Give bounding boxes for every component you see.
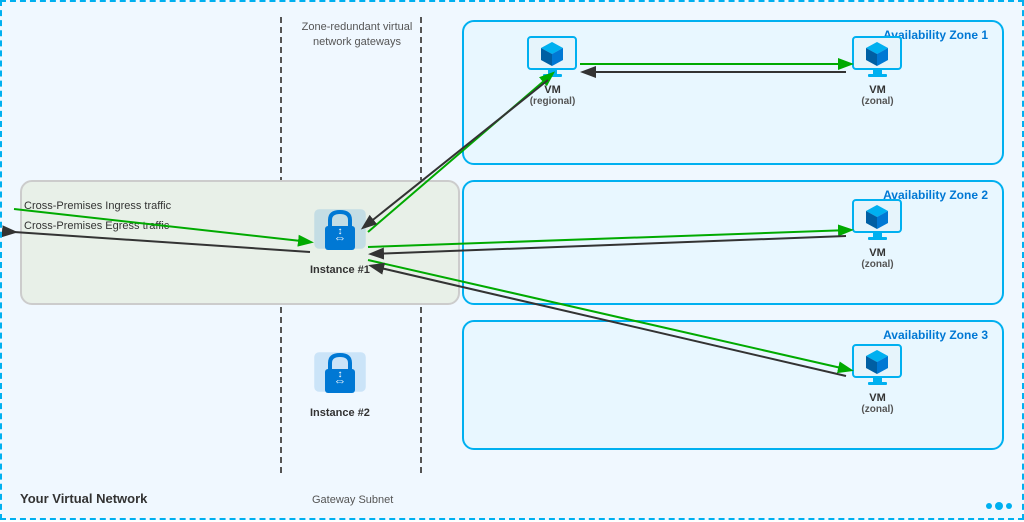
- dot-1: [986, 503, 992, 509]
- vm-zonal-2-svg: [850, 197, 905, 247]
- vm-zonal-3-label: VM: [869, 392, 886, 404]
- vm-zonal-3-sublabel: (zonal): [861, 404, 893, 415]
- instance-2-label: Instance #2: [310, 407, 370, 419]
- availability-zone-2: Availability Zone 2: [462, 180, 1004, 305]
- vm-zonal-1-svg: [850, 34, 905, 84]
- svg-text:↕: ↕: [337, 369, 342, 380]
- gateway-subnet-label: Gateway Subnet: [312, 494, 393, 506]
- vm-zonal-3-icon: VM (zonal): [850, 342, 905, 415]
- diagram-container: Zone-redundant virtual network gateways …: [0, 0, 1024, 520]
- vm-regional-sublabel: (regional): [530, 96, 576, 107]
- cp-ingress-label: Cross-Premises Ingress traffic: [24, 200, 171, 212]
- vm-regional-icon: VM (regional): [525, 34, 580, 107]
- bottom-right-dots: [986, 502, 1012, 510]
- vnet-label: Your Virtual Network: [20, 491, 147, 506]
- dot-2: [995, 502, 1003, 510]
- availability-zone-3: Availability Zone 3: [462, 320, 1004, 450]
- vm-zonal-1-sublabel: (zonal): [861, 96, 893, 107]
- dot-3: [1006, 503, 1012, 509]
- vm-zonal-1-icon: VM (zonal): [850, 34, 905, 107]
- instance-1-icon: ⇔ ↕ Instance #1: [310, 204, 370, 276]
- cp-egress-label: Cross-Premises Egress traffic: [24, 220, 169, 232]
- vm-zonal-1-label: VM: [869, 84, 886, 96]
- vm-zonal-2-label: VM: [869, 247, 886, 259]
- lock-icon-2: ⇔ ↕: [311, 347, 369, 405]
- vm-regional-svg: [525, 34, 580, 84]
- instance-1-label: Instance #1: [310, 264, 370, 276]
- vm-zonal-2-sublabel: (zonal): [861, 259, 893, 270]
- middle-row-container: [20, 180, 460, 305]
- instance-2-icon: ⇔ ↕ Instance #2: [310, 347, 370, 419]
- az3-label: Availability Zone 3: [883, 328, 988, 342]
- vm-zonal-2-icon: VM (zonal): [850, 197, 905, 270]
- lock-icon-1: ⇔ ↕: [311, 204, 369, 262]
- zone-redundant-label: Zone-redundant virtual network gateways: [297, 20, 417, 51]
- vm-zonal-3-svg: [850, 342, 905, 392]
- vm-regional-label: VM: [544, 84, 561, 96]
- svg-text:↕: ↕: [337, 226, 342, 237]
